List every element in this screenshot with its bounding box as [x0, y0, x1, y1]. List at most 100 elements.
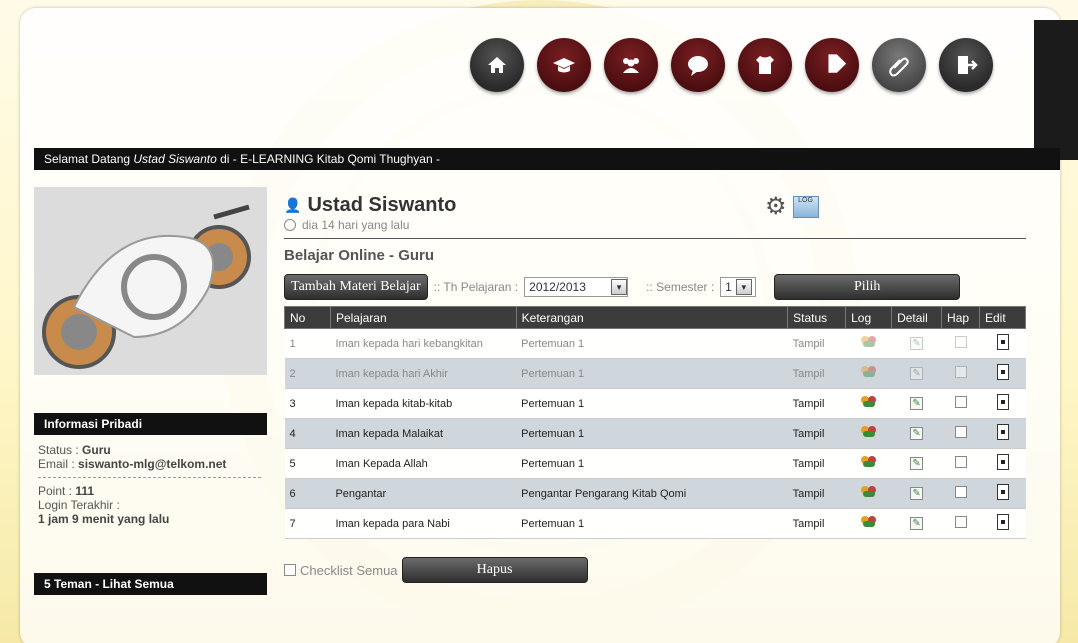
hapus-button[interactable]: Hapus: [401, 557, 588, 583]
checklist-all-checkbox[interactable]: [284, 564, 296, 576]
clock-icon: [284, 219, 296, 231]
cell-status: Tampil: [787, 358, 846, 389]
shirt-nav-button[interactable]: [738, 38, 792, 92]
toolbar: Tambah Materi Belajar :: Th Pelajaran : …: [284, 274, 1026, 300]
log-users-icon[interactable]: [860, 456, 877, 468]
attachment-nav-button[interactable]: [872, 38, 926, 92]
course-nav-button[interactable]: [537, 38, 591, 92]
edit-pencil-icon[interactable]: ✎: [910, 517, 924, 530]
col-no: No: [284, 306, 331, 329]
document-edit-icon[interactable]: [996, 364, 1009, 380]
user-header: 👤 Ustad Siswanto: [284, 194, 1026, 217]
left-sidebar: Informasi Pribadi Status : Guru Email : …: [34, 187, 267, 595]
year-select[interactable]: 2012/2013 ▼: [524, 277, 629, 297]
chevron-down-icon: ▼: [611, 279, 628, 295]
log-users-icon[interactable]: [860, 516, 877, 528]
table-row: 1 Iman kepada hari kebangkitan Pertemuan 1…: [284, 328, 1026, 359]
section-title: Belajar Online - Guru: [284, 247, 435, 264]
log-users-icon[interactable]: [860, 336, 877, 348]
status-value: Guru: [82, 443, 111, 457]
cell-pelajaran: Pengantar: [330, 478, 517, 509]
gear-icon[interactable]: ⚙: [765, 192, 787, 221]
col-status: Status: [787, 306, 847, 329]
tag-nav-button[interactable]: [805, 38, 859, 92]
cell-keterangan: Pertemuan 1: [516, 448, 788, 479]
edit-pencil-icon[interactable]: ✎: [910, 397, 924, 410]
semester-select[interactable]: 1 ▼: [720, 277, 757, 297]
edit-pencil-icon[interactable]: ✎: [910, 457, 924, 470]
cell-keterangan: Pertemuan 1: [516, 418, 788, 449]
lessons-table: No Pelajaran Keterangan Status Log Detai…: [284, 306, 1026, 539]
delete-checkbox[interactable]: [954, 516, 967, 528]
cell-keterangan: Pertemuan 1: [516, 508, 788, 539]
edit-pencil-icon[interactable]: ✎: [910, 427, 924, 440]
home-nav-button[interactable]: [470, 38, 524, 92]
delete-checkbox[interactable]: [954, 366, 967, 378]
welcome-bar: Selamat Datang Ustad Siswanto di - E-LEA…: [34, 148, 1060, 170]
delete-checkbox[interactable]: [954, 486, 967, 498]
cell-pelajaran: Iman kepada para Nabi: [330, 508, 517, 539]
log-users-icon[interactable]: [860, 426, 877, 438]
table-row: 3 Iman kepada kitab-kitab Pertemuan 1 Tampi…: [284, 388, 1026, 419]
logout-nav-button[interactable]: [939, 38, 993, 92]
col-hap: Hap: [941, 306, 980, 329]
user-name[interactable]: Ustad Siswanto: [307, 194, 456, 217]
chat-nav-button[interactable]: [671, 38, 725, 92]
document-edit-icon[interactable]: [996, 514, 1009, 530]
delete-checkbox[interactable]: [954, 396, 967, 408]
graduation-icon: [553, 58, 575, 73]
delete-checkbox[interactable]: [954, 336, 967, 348]
col-edit: Edit: [979, 306, 1026, 329]
cell-pelajaran: Iman kepada hari kebangkitan: [330, 328, 517, 359]
cell-no: 7: [284, 508, 331, 539]
table-row: 7 Iman kepada para Nabi Pertemuan 1 Tampil ✎: [284, 508, 1026, 539]
point-value: 111: [75, 484, 95, 498]
chevron-down-icon: ▼: [735, 279, 752, 295]
edit-pencil-icon[interactable]: ✎: [910, 367, 924, 380]
document-edit-icon[interactable]: [996, 424, 1009, 440]
friends-link[interactable]: 5 Teman - Lihat Semua: [34, 573, 267, 595]
document-edit-icon[interactable]: [996, 394, 1009, 410]
edit-pencil-icon[interactable]: ✎: [910, 337, 924, 350]
log-users-icon[interactable]: [860, 486, 877, 498]
delete-checkbox[interactable]: [954, 456, 967, 468]
cell-no: 1: [284, 328, 331, 359]
document-edit-icon[interactable]: [996, 454, 1009, 470]
bottom-bar: Checklist Semua Hapus: [284, 557, 1026, 583]
email-line: Email : siswanto-mlg@telkom.net: [38, 457, 227, 471]
checklist-all-label: Checklist Semua: [300, 562, 398, 578]
add-material-button[interactable]: Tambah Materi Belajar: [284, 274, 428, 300]
cell-status: Tampil: [787, 478, 846, 509]
cell-pelajaran: Iman kepada Malaikat: [330, 418, 517, 449]
delete-checkbox[interactable]: [954, 426, 967, 438]
welcome-username: Ustad Siswanto: [133, 152, 217, 166]
main-nav: [470, 38, 993, 92]
log-users-icon[interactable]: [860, 396, 877, 408]
cell-pelajaran: Iman kepada hari Akhir: [330, 358, 517, 389]
header-divider: [284, 238, 1026, 239]
cell-no: 3: [284, 388, 331, 419]
tag-icon: [828, 54, 846, 73]
document-edit-icon[interactable]: [996, 484, 1009, 500]
cell-status: Tampil: [787, 448, 846, 479]
cell-status: Tampil: [787, 388, 846, 419]
table-row: 6 Pengantar Pengantar Pengarang Kitab Qomi…: [284, 478, 1026, 509]
user-icon: 👤: [284, 197, 302, 213]
document-edit-icon[interactable]: [996, 334, 1009, 350]
edit-pencil-icon[interactable]: ✎: [910, 487, 924, 500]
users-nav-button[interactable]: [604, 38, 658, 92]
cell-keterangan: Pertemuan 1: [516, 328, 788, 359]
log-icon[interactable]: LOG: [792, 195, 819, 218]
semester-label: :: Semester :: [646, 280, 715, 294]
table-row: 5 Iman Kepada Allah Pertemuan 1 Tampil ✎: [284, 448, 1026, 479]
log-users-icon[interactable]: [860, 366, 877, 378]
info-title: Informasi Pribadi: [34, 413, 267, 435]
table-header: No Pelajaran Keterangan Status Log Detai…: [284, 306, 1026, 329]
right-edge-panel: [1034, 20, 1078, 160]
shirt-icon: [756, 56, 774, 74]
col-keterangan: Keterangan: [515, 306, 789, 329]
cell-no: 5: [284, 448, 331, 479]
login-value: 1 jam 9 menit yang lalu: [38, 512, 170, 526]
cell-no: 2: [284, 358, 331, 389]
pilih-button[interactable]: Pilih: [774, 274, 961, 300]
